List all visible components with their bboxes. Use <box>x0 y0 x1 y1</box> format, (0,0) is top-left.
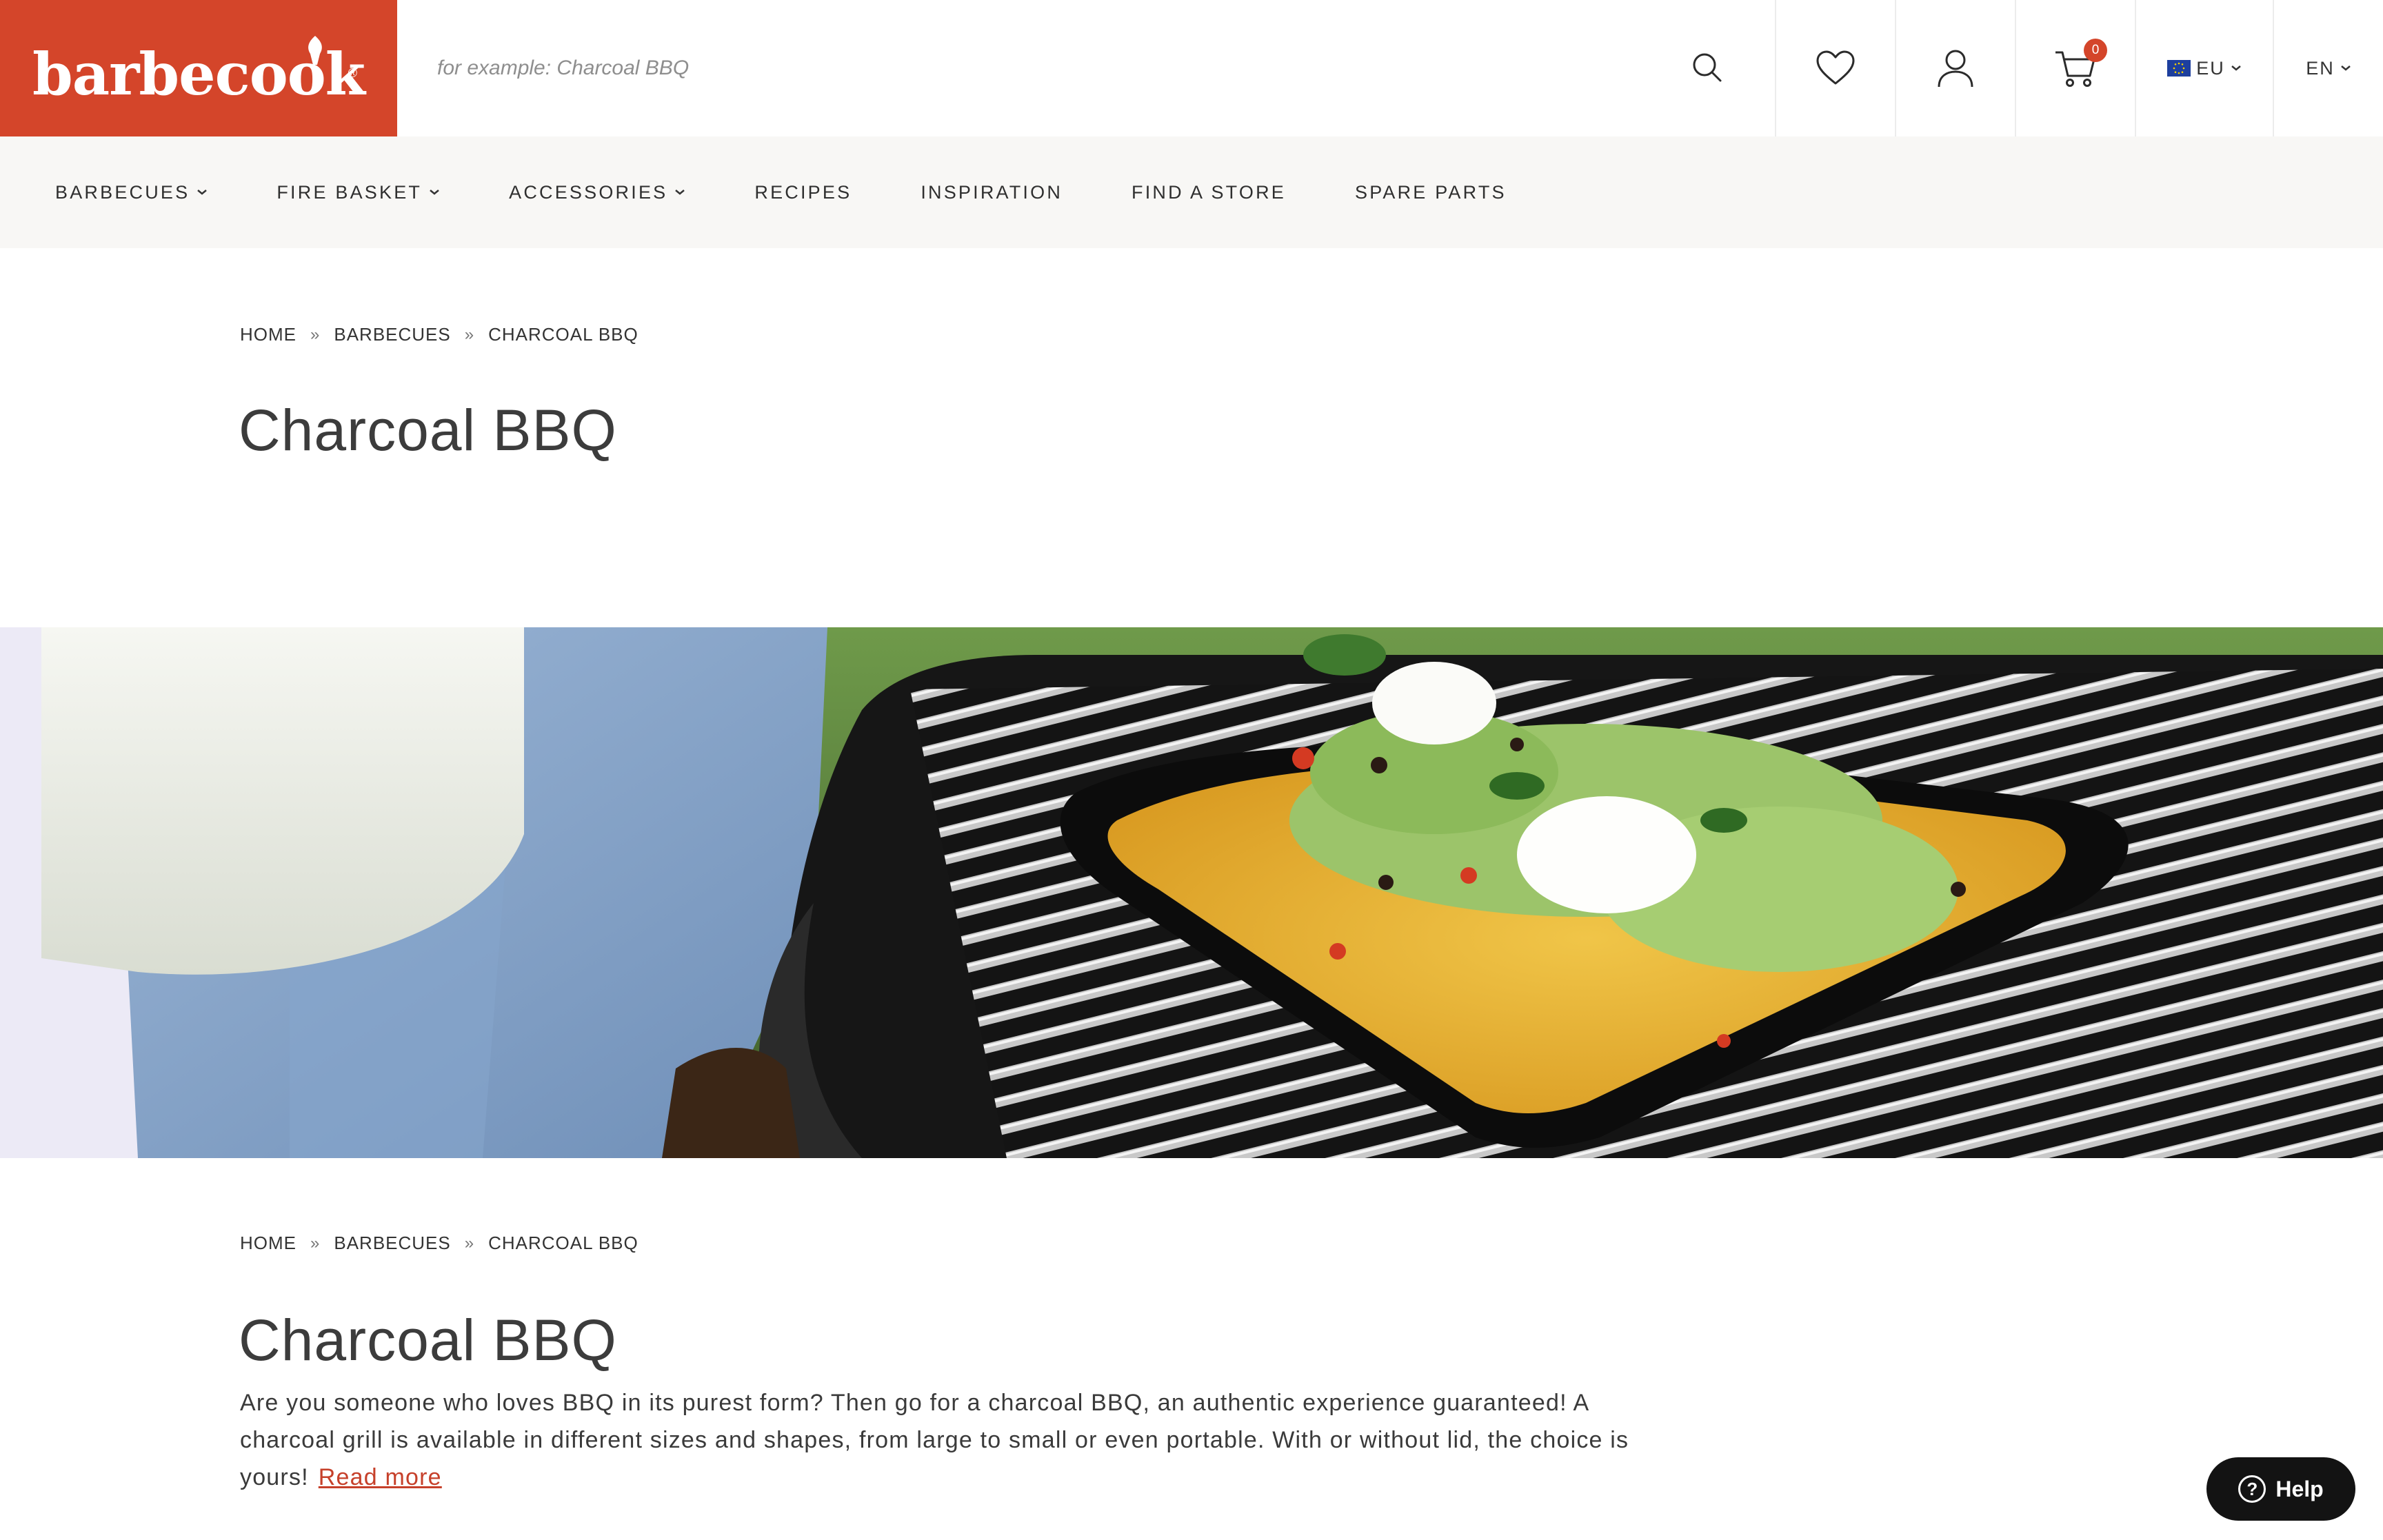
nav-item-barbecues[interactable]: BARBECUES <box>55 182 208 203</box>
breadcrumb-barbecues-link[interactable]: BARBECUES <box>334 324 450 345</box>
nav-item-accessories[interactable]: ACCESSORIES <box>509 182 685 203</box>
user-icon <box>1938 50 1973 88</box>
main-navigation: BARBECUES FIRE BASKET ACCESSORIES RECIPE… <box>0 136 2383 248</box>
chevron-down-icon <box>430 190 439 195</box>
breadcrumb-current: CHARCOAL BBQ <box>488 324 639 345</box>
breadcrumb-secondary: HOME » BARBECUES » CHARCOAL BBQ <box>240 1233 639 1254</box>
breadcrumb-home-link[interactable]: HOME <box>240 324 296 345</box>
breadcrumb-separator: » <box>464 1233 475 1253</box>
chevron-down-icon <box>2340 65 2351 71</box>
logo-flame-icon <box>308 36 322 65</box>
help-label: Help <box>2275 1476 2324 1501</box>
page-title: Charcoal BBQ <box>239 398 617 463</box>
account-button[interactable] <box>1895 0 2015 136</box>
description-text: Are you someone who loves BBQ in its pur… <box>240 1390 1629 1490</box>
logo-registered-mark: ® <box>348 66 357 80</box>
search-input[interactable] <box>437 57 1471 80</box>
region-label: EU <box>2196 57 2225 79</box>
nav-item-label: ACCESSORIES <box>509 181 668 203</box>
breadcrumb-current: CHARCOAL BBQ <box>488 1233 639 1253</box>
chevron-down-icon <box>2231 65 2241 71</box>
heart-icon <box>1816 50 1855 85</box>
question-icon: ? <box>2238 1475 2266 1503</box>
breadcrumb: HOME » BARBECUES » CHARCOAL BBQ <box>240 324 639 345</box>
wishlist-button[interactable] <box>1775 0 1895 136</box>
cart-count-badge: 0 <box>2084 39 2107 62</box>
nav-item-recipes[interactable]: RECIPES <box>754 182 852 203</box>
nav-item-label: FIRE BASKET <box>276 181 423 203</box>
nav-item-spare-parts[interactable]: SPARE PARTS <box>1355 182 1507 203</box>
breadcrumb-barbecues-link[interactable]: BARBECUES <box>334 1233 450 1254</box>
nav-item-label: SPARE PARTS <box>1354 181 1507 203</box>
nav-item-label: RECIPES <box>754 181 852 203</box>
search-icon <box>1693 53 1722 82</box>
cart-button[interactable]: 0 <box>2015 0 2135 136</box>
nav-item-inspiration[interactable]: INSPIRATION <box>921 182 1063 203</box>
nav-item-label: FIND A STORE <box>1132 181 1286 203</box>
help-button[interactable]: ? Help <box>2206 1457 2355 1521</box>
breadcrumb-separator: » <box>464 325 475 344</box>
breadcrumb-separator: » <box>310 325 321 344</box>
section-title: Charcoal BBQ <box>239 1308 617 1372</box>
breadcrumb-home-link[interactable]: HOME <box>240 1233 296 1254</box>
nav-item-label: BARBECUES <box>55 181 190 203</box>
eu-flag-icon <box>2167 60 2191 77</box>
nav-item-find-a-store[interactable]: FIND A STORE <box>1132 182 1286 203</box>
language-selector[interactable]: EN <box>2273 0 2383 136</box>
chevron-down-icon <box>675 190 685 195</box>
search-button[interactable] <box>1688 48 1727 87</box>
region-selector[interactable]: EU <box>2135 0 2273 136</box>
language-label: EN <box>2306 57 2335 79</box>
category-description: Are you someone who loves BBQ in its pur… <box>240 1384 1674 1496</box>
search-bar <box>397 0 1775 136</box>
read-more-link[interactable]: Read more <box>319 1464 442 1490</box>
nav-item-fire-basket[interactable]: FIRE BASKET <box>276 182 440 203</box>
hero-image <box>0 627 2383 1158</box>
brand-logo[interactable]: barbecook ® <box>0 0 397 136</box>
site-header: barbecook ® 0 <box>0 0 2383 136</box>
chevron-down-icon <box>197 190 208 195</box>
breadcrumb-separator: » <box>310 1233 321 1253</box>
nav-item-label: INSPIRATION <box>921 181 1063 203</box>
